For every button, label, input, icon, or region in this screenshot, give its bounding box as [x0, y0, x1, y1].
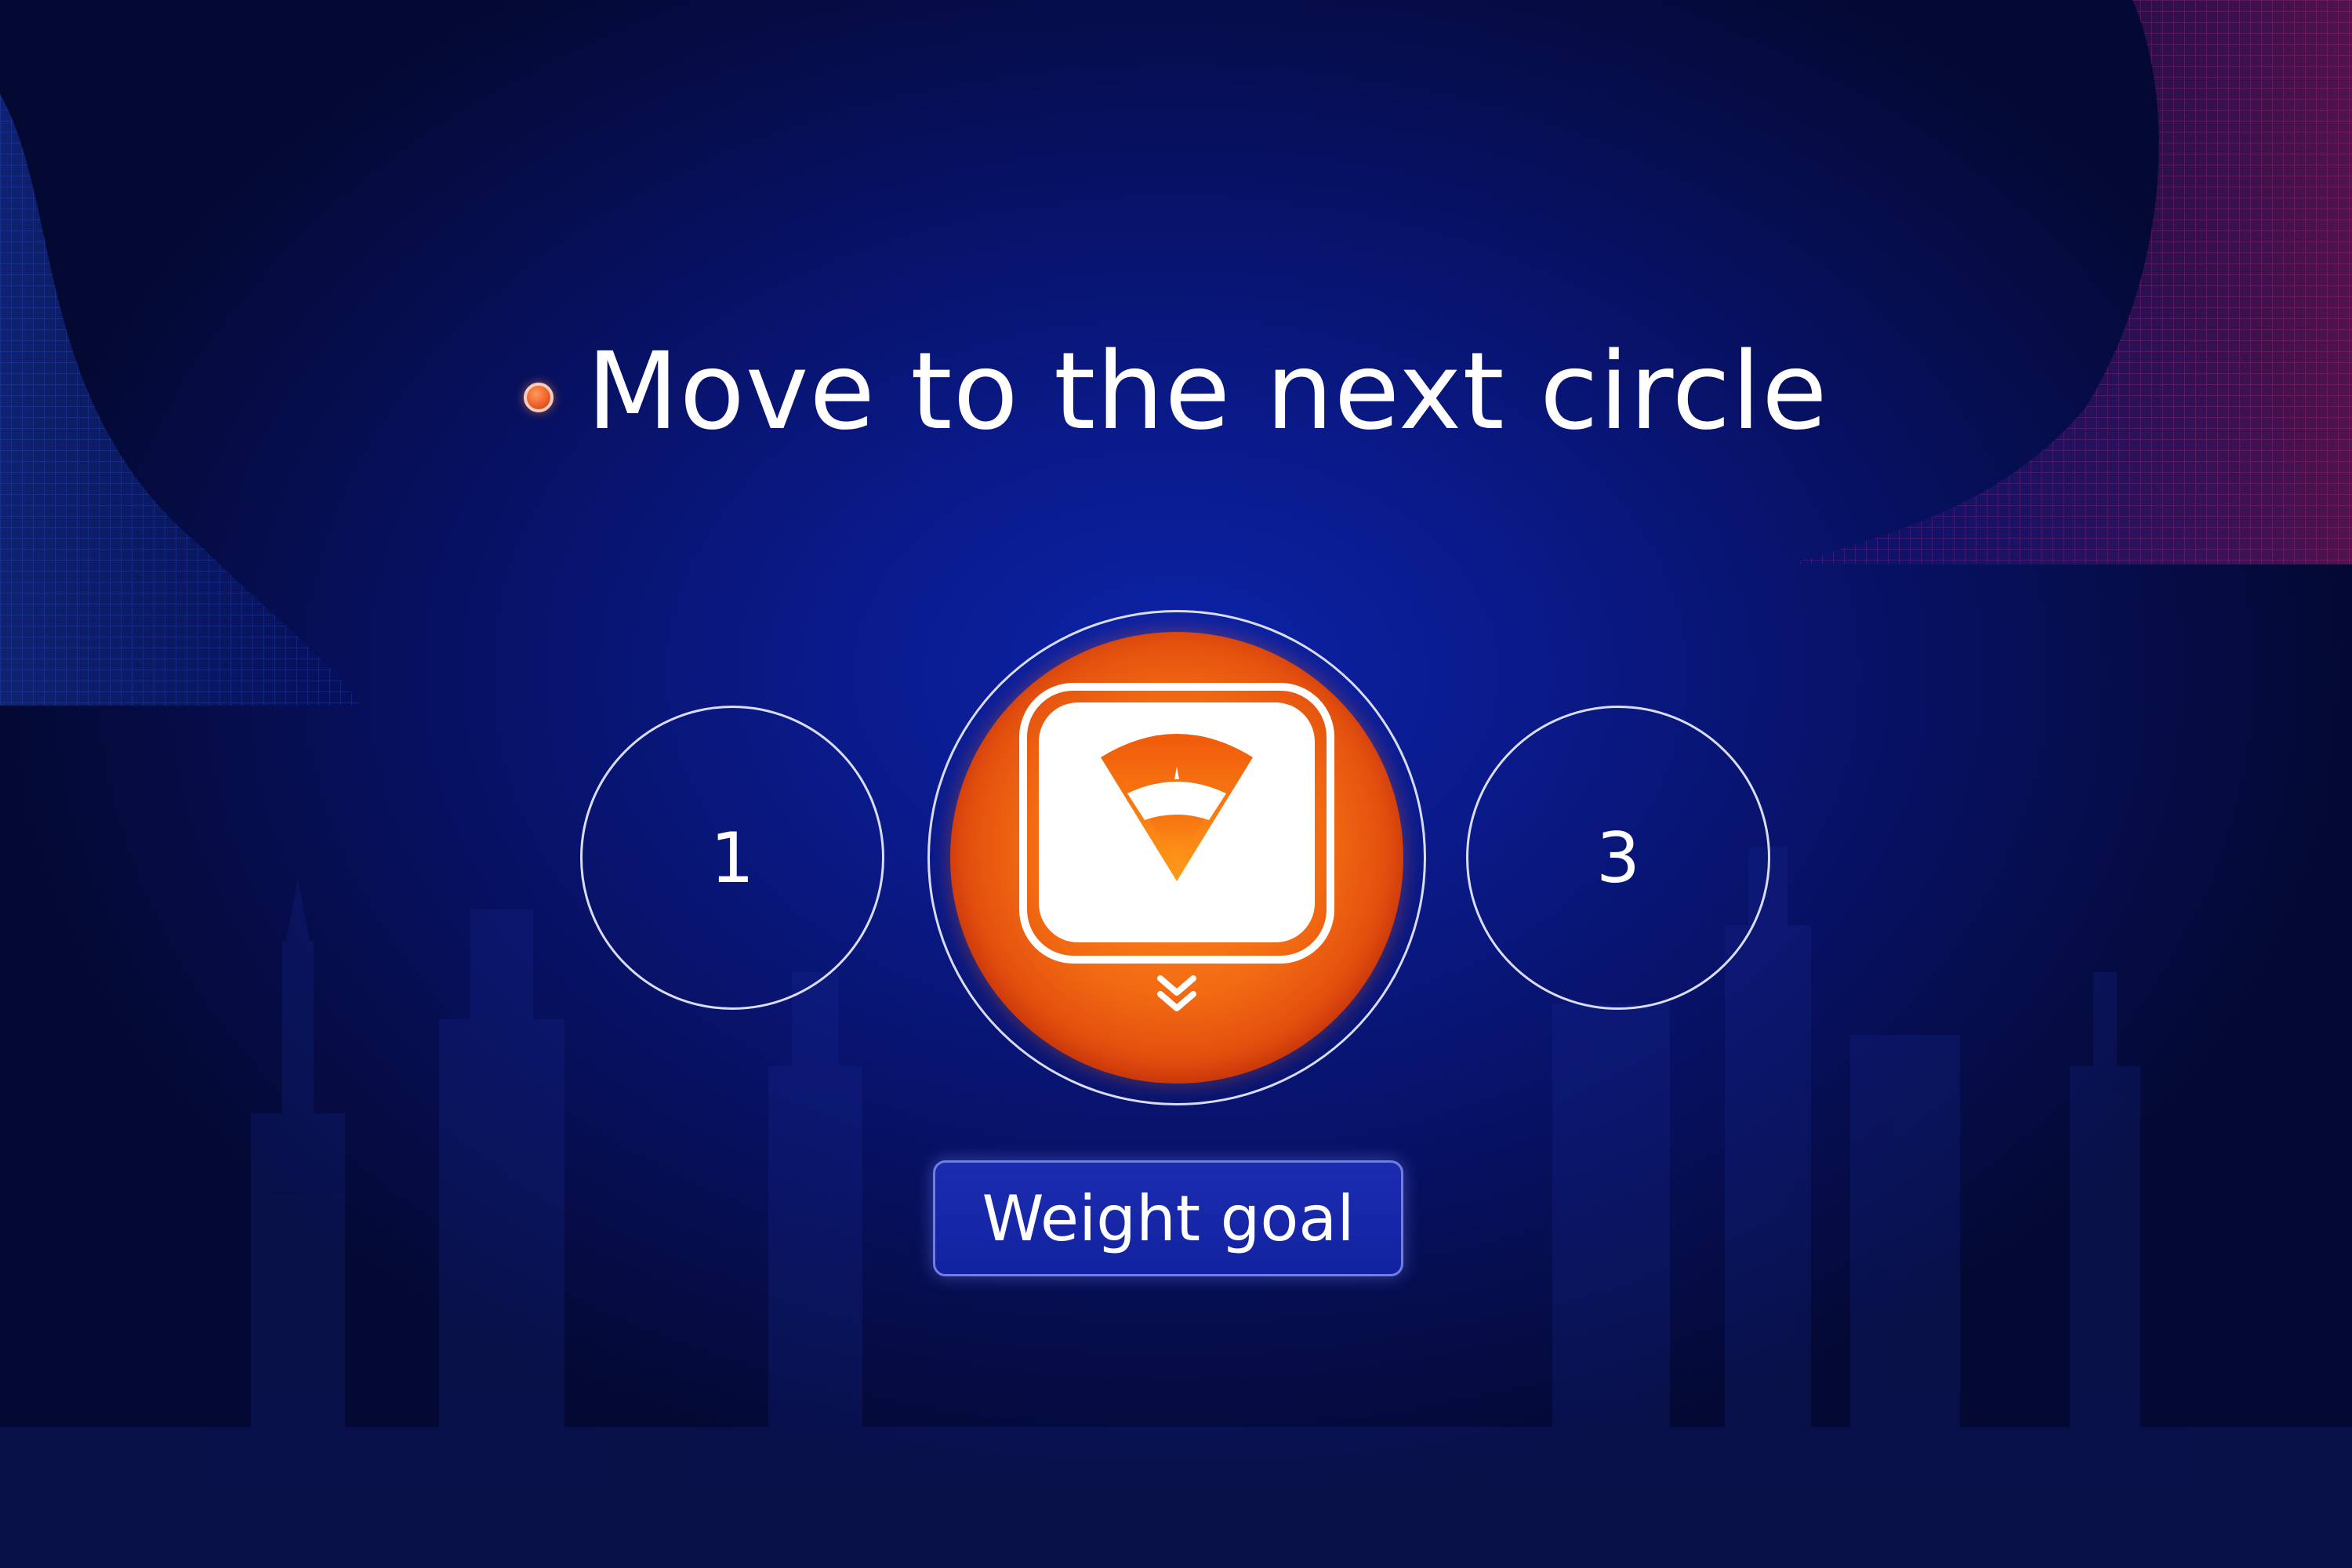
screen: Move to the next circle 1 3 Weight goal	[0, 0, 2352, 1568]
active-step-graphic	[1019, 683, 1334, 1011]
active-step-caption[interactable]: Weight goal	[933, 1160, 1403, 1276]
step-circle-3[interactable]: 3	[1466, 706, 1770, 1010]
step-number: 1	[710, 817, 754, 898]
instruction-title: Move to the next circle	[586, 330, 1828, 454]
instruction-row: Move to the next circle	[0, 325, 2352, 459]
chevron-double-down-icon	[1157, 975, 1196, 1011]
step-circle-2-active[interactable]	[950, 632, 1403, 1083]
right-wave	[1788, 0, 2352, 564]
step-number: 3	[1596, 817, 1640, 898]
bullet-dot-icon	[524, 383, 554, 412]
step-circle-1[interactable]: 1	[580, 706, 884, 1010]
weight-goal-label: Weight goal	[982, 1181, 1355, 1255]
weight-scale-icon	[1019, 683, 1334, 964]
